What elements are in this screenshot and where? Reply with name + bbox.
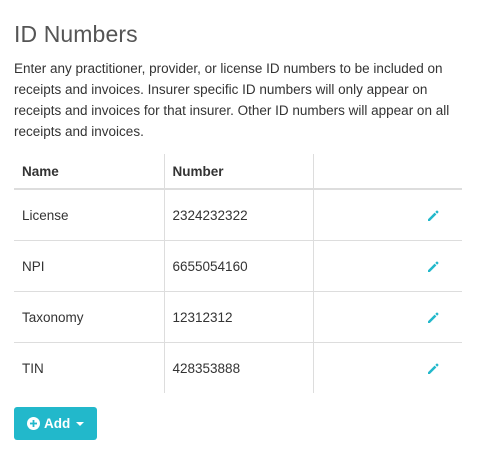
column-header-name: Name [14, 154, 165, 190]
cell-name: TIN [14, 342, 165, 393]
pencil-icon[interactable] [426, 260, 440, 274]
table-row: License 2324232322 [14, 189, 462, 241]
pencil-icon[interactable] [426, 311, 440, 325]
plus-circle-icon [27, 417, 40, 430]
cell-actions [313, 343, 462, 394]
cell-number: 2324232322 [164, 189, 314, 241]
table-row: NPI 6655054160 [14, 240, 462, 292]
pencil-icon[interactable] [426, 362, 440, 376]
cell-number: 12312312 [164, 291, 314, 343]
page-title: ID Numbers [14, 21, 138, 47]
cell-name: NPI [14, 240, 165, 292]
column-header-number: Number [164, 154, 314, 190]
id-numbers-section: ID Numbers Enter any practitioner, provi… [14, 0, 463, 393]
add-button-label: Add [44, 416, 71, 431]
cell-number: 428353888 [164, 342, 314, 393]
table-row: TIN 428353888 [14, 342, 462, 394]
table-row: Taxonomy 12312312 [14, 291, 462, 343]
page-description: Enter any practitioner, provider, or lic… [14, 61, 450, 139]
cell-actions [313, 291, 462, 343]
cell-name: Taxonomy [14, 291, 165, 343]
cell-actions [313, 240, 462, 292]
table-header-row: Name Number [14, 154, 462, 190]
cell-actions [313, 189, 462, 241]
cell-name: License [14, 189, 165, 241]
column-header-actions [313, 154, 462, 190]
pencil-icon[interactable] [426, 209, 440, 223]
caret-down-icon [76, 421, 85, 426]
cell-number: 6655054160 [164, 240, 314, 292]
id-numbers-table: Name Number License 2324232322 NPI 66550… [14, 154, 462, 393]
add-button[interactable]: Add [14, 407, 98, 440]
